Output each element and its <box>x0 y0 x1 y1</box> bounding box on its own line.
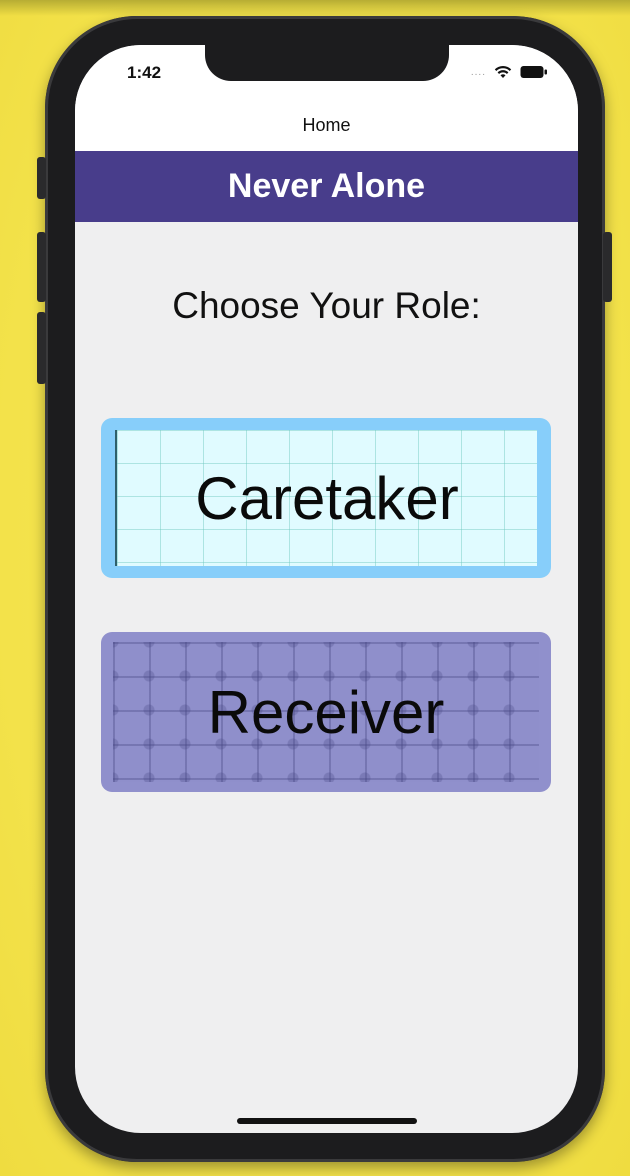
app-header: Never Alone <box>75 151 578 222</box>
receiver-button[interactable]: Receiver <box>101 632 551 792</box>
mute-switch <box>37 157 46 199</box>
role-prompt: Choose Your Role: <box>172 285 481 326</box>
status-time: 1:42 <box>127 63 162 82</box>
app-screen: 1:42 .... Home Never Alone Choose Your R… <box>75 45 578 1133</box>
wifi-icon <box>494 65 512 79</box>
caretaker-button[interactable]: Caretaker <box>101 418 551 578</box>
app-title: Never Alone <box>227 167 426 205</box>
receiver-button-face: Receiver <box>113 642 539 782</box>
notch <box>205 45 449 81</box>
power-button <box>603 232 612 302</box>
battery-icon <box>520 65 548 79</box>
home-indicator[interactable] <box>237 1118 417 1124</box>
nav-title: Home <box>302 115 351 135</box>
volume-down-button <box>37 312 46 384</box>
status-bar: 1:42 .... Home <box>75 45 578 151</box>
signal-dots: .... <box>470 66 486 78</box>
receiver-label: Receiver <box>207 678 445 746</box>
status-icons: .... <box>471 65 548 79</box>
volume-up-button <box>37 232 46 302</box>
caretaker-button-face: Caretaker <box>115 430 537 566</box>
top-shadow <box>0 0 630 16</box>
caretaker-label: Caretaker <box>195 464 459 532</box>
